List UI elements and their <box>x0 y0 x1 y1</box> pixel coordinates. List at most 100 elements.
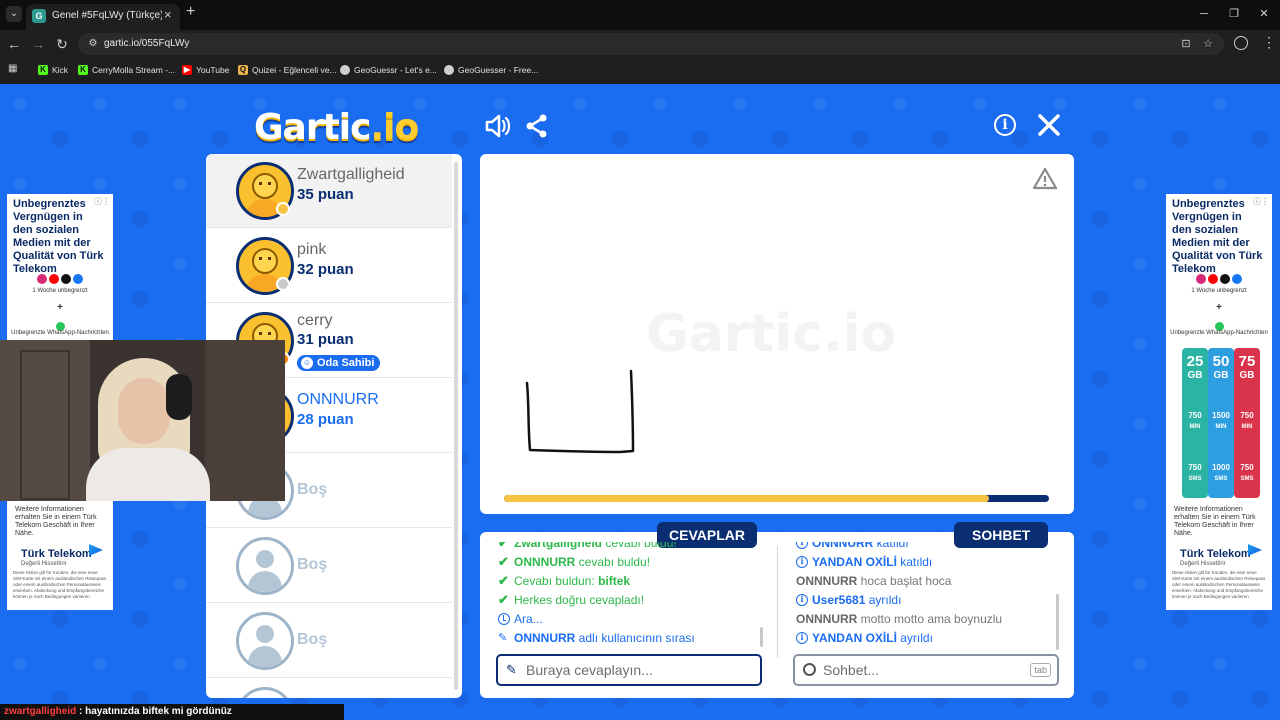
bookmark-geoguessr[interactable]: GeoGuessr - Let's e... <box>340 63 437 77</box>
back-icon[interactable]: ← <box>6 36 22 52</box>
status-dot <box>276 202 290 216</box>
player-score: 32 puan <box>297 261 354 278</box>
player-name: Zwartgalligheid <box>297 166 405 183</box>
bookmark-youtube[interactable]: ▶ YouTube <box>182 63 229 77</box>
ad-week-text: 1 Woche unbegrenzt <box>1191 288 1247 294</box>
youtube-icon: ▶ <box>182 65 192 75</box>
answer-input-box[interactable]: ✎ <box>496 654 762 686</box>
message-text: Zwartgalligheid cevabı buldu! <box>514 542 677 550</box>
bookmark-star-icon[interactable]: ☆ <box>1200 36 1216 52</box>
ad-fine-print: Diese Aktion gilt für Kunden, die eine n… <box>1172 570 1266 599</box>
chat-scrollbar[interactable] <box>1056 594 1059 650</box>
player-list-scrollbar[interactable] <box>454 162 458 690</box>
quizei-icon: Q <box>238 65 248 75</box>
gartic-page: Gartic.io i ⓘ⋮ Unbegrenztes Vergnügen in… <box>0 84 1280 720</box>
message-text: ONNNURR cevabı buldu! <box>514 555 651 569</box>
empty-slot: Boş <box>206 604 452 678</box>
new-tab-icon[interactable]: + <box>186 3 195 21</box>
player-row[interactable]: Zwartgalligheid 35 puan <box>206 154 452 228</box>
ad-week-text: 1 Woche unbegrenzt <box>32 288 88 294</box>
check-icon: ✔ <box>498 573 509 588</box>
room-owner-badge: ☺ Oda Sahibi <box>297 355 381 371</box>
browser-menu-icon[interactable]: ⋮ <box>1262 34 1276 51</box>
facebook-icon <box>73 274 83 284</box>
active-tab[interactable]: G Genel #5FqLWy (Türkçe) - Gartic × <box>26 4 180 30</box>
share-icon[interactable] <box>522 112 552 142</box>
empty-avatar-icon <box>236 612 294 670</box>
profile-icon[interactable] <box>1234 36 1248 50</box>
message-row: i User5681 ayrıldı <box>796 591 901 609</box>
tab-search-button[interactable]: ⌄ <box>6 6 22 22</box>
sound-icon[interactable] <box>482 112 512 142</box>
pencil-icon: ✎ <box>498 632 508 644</box>
message-text: Cevabı buldun: biftek <box>514 574 631 588</box>
message-row: i ONNNURR katıldı <box>796 542 909 552</box>
answer-input[interactable] <box>526 661 736 679</box>
right-advertisement[interactable]: ⓘ⋮ Unbegrenztes Vergnügen in den soziale… <box>1166 194 1272 610</box>
ad-headline: Unbegrenztes Vergnügen in den sozialen M… <box>13 198 104 275</box>
ad-brand-sub: Değerli Hissettirir <box>1180 561 1226 567</box>
install-app-icon[interactable]: ⊡ <box>1178 36 1194 52</box>
address-bar[interactable]: ⚙ gartic.io/055FqLWy ⊡ ☆ <box>78 33 1224 55</box>
ad-plan-value: MIN <box>1241 424 1253 430</box>
round-timer-fill <box>504 495 990 502</box>
message-text: ONNNURR hoca başlat hoca <box>796 574 952 588</box>
ad-info-text: Weitere Informationen erhalten Sie in ei… <box>1174 506 1256 537</box>
info-icon: i <box>796 556 808 568</box>
tab-close-icon[interactable]: × <box>164 7 172 22</box>
info-icon: i <box>796 632 808 644</box>
ad-plan-value: MIN <box>1189 424 1201 430</box>
message-text: ONNNURR motto motto ama boynuzlu <box>796 612 1003 626</box>
bookmark-cerrymolla[interactable]: K CerryMolla Stream -... <box>78 63 175 77</box>
round-timer <box>504 495 1049 502</box>
ad-whatsapp-text: Unbegrenzte WhatsApp-Nachrichten <box>11 330 109 336</box>
answers-chat-panel: CEVAPLAR SOHBET ✔ Zwartgalligheid cevabı … <box>480 522 1074 698</box>
chat-list: i ONNNURR katıldı i YANDAN OXİLİ katıldı ONN… <box>796 542 1060 652</box>
ad-plan-value: 25 <box>1186 353 1204 370</box>
x-icon <box>61 274 71 284</box>
owner-icon: ☺ <box>301 357 313 369</box>
tab-key-hint: tab <box>1030 663 1051 677</box>
bookmark-geoguesser-free[interactable]: GeoGuesser - Free... <box>444 63 538 77</box>
url-text: gartic.io/055FqLWy <box>104 38 190 49</box>
instagram-icon <box>37 274 47 284</box>
ad-headline: Unbegrenztes Vergnügen in den sozialen M… <box>1172 198 1263 275</box>
pencil-icon: ✎ <box>506 662 517 677</box>
answers-scrollbar[interactable] <box>760 627 763 647</box>
message-text: ONNNURR adlı kullanıcının sırası <box>514 631 695 645</box>
player-name: ONNNURR <box>297 391 379 408</box>
message-row: ✔ Cevabı buldun: biftek <box>498 572 630 590</box>
window-close-icon[interactable]: ✕ <box>1256 6 1272 22</box>
drawing-canvas[interactable]: Gartic.io <box>480 154 1074 514</box>
message-row: ✔ ONNNURR cevabı buldu! <box>498 553 650 571</box>
check-icon: ✔ <box>498 542 509 550</box>
reload-icon[interactable]: ↻ <box>54 36 70 52</box>
message-row: ONNNURR motto motto ama boynuzlu <box>796 610 1002 628</box>
empty-slot: Boş <box>206 529 452 603</box>
globe-icon <box>340 65 350 75</box>
player-row[interactable]: pink 32 puan <box>206 229 452 303</box>
apps-grid-icon[interactable]: ▦ <box>8 63 20 75</box>
info-icon[interactable]: i <box>994 114 1024 144</box>
ad-plan-value: SMS <box>1240 476 1254 482</box>
chat-bubble-icon <box>803 663 816 676</box>
close-icon[interactable] <box>1034 112 1064 142</box>
chat-input-box[interactable]: tab <box>793 654 1059 686</box>
message-text: ONNNURR katıldı <box>812 542 909 550</box>
player-name: cerry <box>297 312 333 329</box>
minimize-icon[interactable]: ─ <box>1196 6 1212 22</box>
forward-icon[interactable]: → <box>30 36 46 52</box>
bookmark-quizei[interactable]: Q Quizei - Eğlenceli ve... <box>238 63 337 77</box>
drawing-strokes <box>525 369 635 454</box>
site-info-icon[interactable]: ⚙ <box>86 37 100 51</box>
bookmark-kick[interactable]: K Kick <box>38 63 68 77</box>
message-row: i YANDAN OXİLİ katıldı <box>796 553 932 571</box>
social-icons <box>1166 274 1272 284</box>
chat-input[interactable] <box>823 661 1033 679</box>
ad-plan-value: SMS <box>1188 476 1202 482</box>
message-row: ✔ Zwartgalligheid cevabı buldu! <box>498 542 677 552</box>
kick-icon: K <box>78 65 88 75</box>
restore-icon[interactable]: ❐ <box>1226 6 1242 22</box>
gartic-logo: Gartic.io <box>254 107 419 148</box>
empty-slot-label: Boş <box>297 631 328 648</box>
